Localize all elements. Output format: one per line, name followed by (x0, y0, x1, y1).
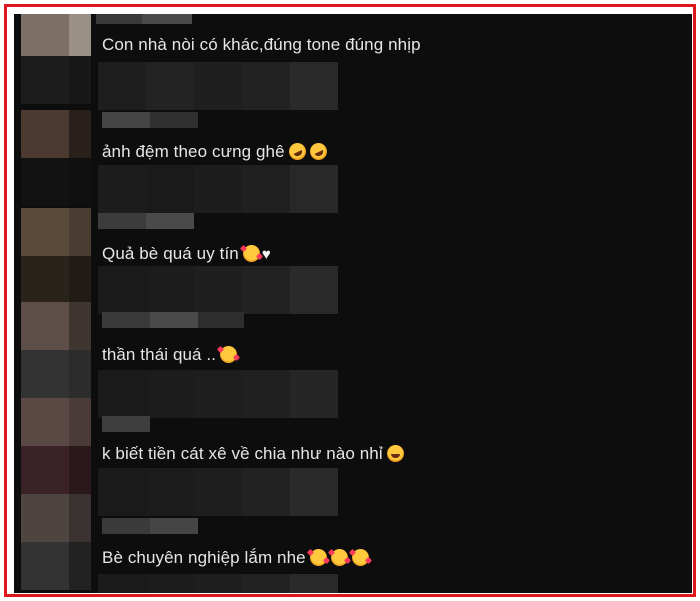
list-item: thần thái quá .. (14, 302, 692, 418)
smiling-face-with-hearts-icon (309, 549, 327, 566)
heart-icon: ♥ (261, 246, 271, 263)
smiling-face-with-hearts-icon (242, 245, 260, 262)
comment-text: k biết tiền cát xê về chia như nào nhỉ (102, 444, 404, 464)
smiling-face-with-hearts-icon (220, 346, 238, 363)
list-item: Quả bè quá uy tín ♥ (14, 208, 692, 314)
comment-text: Quả bè quá uy tín ♥ (102, 244, 271, 263)
smiling-face-with-hearts-icon (330, 549, 348, 566)
comment-text: thần thái quá .. (102, 345, 238, 365)
comment-feed[interactable]: Con nhà nòi có khác,đúng tone đúng nhịp … (14, 14, 692, 593)
reply-actions-redacted (98, 574, 338, 593)
username-redacted[interactable] (96, 14, 192, 24)
list-item: Con nhà nòi có khác,đúng tone đúng nhịp (14, 14, 692, 112)
avatar[interactable] (21, 302, 91, 398)
reply-actions-redacted (98, 165, 338, 213)
comment-text: ảnh đệm theo cưng ghê (102, 140, 330, 163)
avatar[interactable] (21, 494, 91, 590)
username-redacted[interactable] (98, 213, 194, 229)
username-redacted[interactable] (102, 518, 198, 534)
list-item: ảnh đệm theo cưng ghê (14, 110, 692, 213)
avatar[interactable] (21, 398, 91, 494)
smiling-face-with-hearts-icon (351, 549, 369, 566)
avatar[interactable] (21, 208, 91, 304)
username-redacted[interactable] (102, 312, 244, 328)
list-item: k biết tiền cát xê về chia như nào nhỉ (14, 398, 692, 516)
laughing-tears-emoji-icon (386, 445, 404, 462)
list-item: Bè chuyên nghiệp lắm nhe (14, 494, 692, 593)
screenshot-frame: Con nhà nòi có khác,đúng tone đúng nhịp … (4, 4, 696, 597)
username-redacted[interactable] (102, 112, 198, 128)
avatar[interactable] (21, 110, 91, 206)
comment-text: Bè chuyên nghiệp lắm nhe (102, 548, 369, 568)
avatar[interactable] (21, 14, 91, 104)
comment-text: Con nhà nòi có khác,đúng tone đúng nhịp (102, 35, 421, 54)
rolling-laughing-emoji-icon (285, 140, 309, 163)
rolling-laughing-emoji-icon (306, 140, 330, 163)
username-redacted[interactable] (102, 416, 150, 432)
reply-actions-redacted (98, 62, 338, 110)
